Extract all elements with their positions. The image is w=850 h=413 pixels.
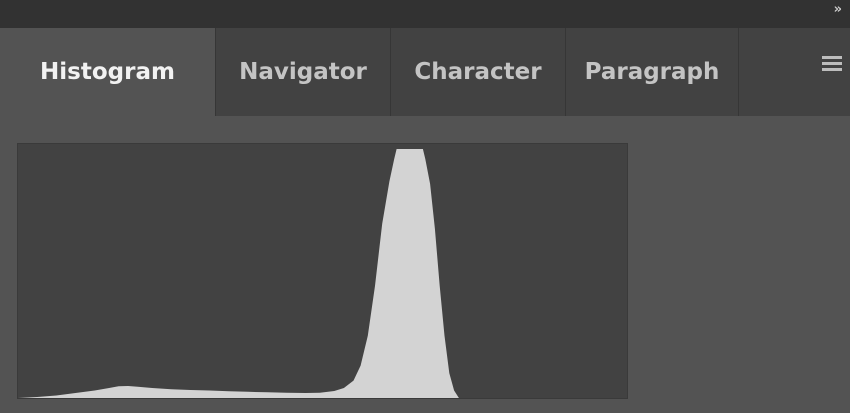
histogram-area <box>18 149 459 398</box>
tab-navigator[interactable]: Navigator <box>215 28 390 116</box>
tab-histogram[interactable]: Histogram <box>0 28 215 116</box>
panel-tab-strip: Histogram Navigator Character Paragraph <box>0 28 850 116</box>
tab-label: Histogram <box>40 59 175 85</box>
hamburger-menu-icon[interactable] <box>822 56 842 74</box>
tab-label: Paragraph <box>584 59 720 85</box>
histogram-display <box>17 143 628 399</box>
tab-label: Navigator <box>239 59 367 85</box>
tab-label: Character <box>414 59 542 85</box>
panel-top-bar: » <box>0 0 850 28</box>
double-chevron-right-icon[interactable]: » <box>834 2 843 18</box>
histogram-graph <box>18 149 459 398</box>
tab-character[interactable]: Character <box>390 28 565 116</box>
tab-paragraph[interactable]: Paragraph <box>565 28 739 116</box>
